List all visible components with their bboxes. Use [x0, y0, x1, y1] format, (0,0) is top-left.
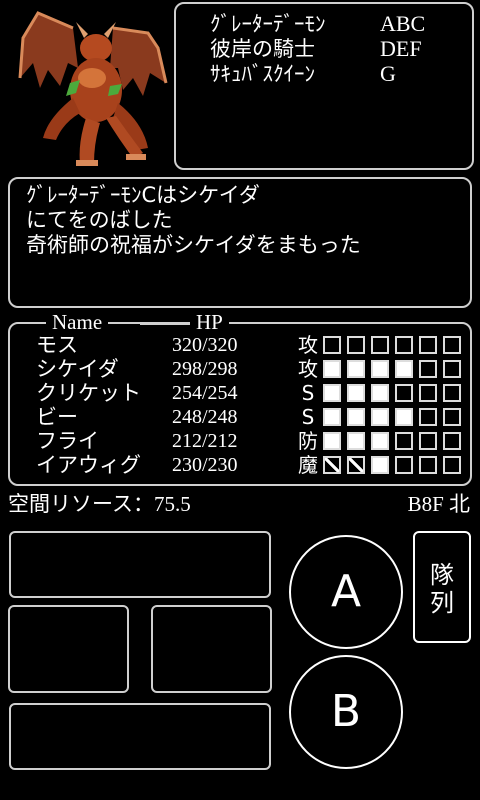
gauge-cell: [371, 408, 389, 426]
gauge-cell: [443, 408, 461, 426]
hp-column-header: HP: [190, 310, 229, 334]
gauge-cell: [419, 408, 437, 426]
party-member-row: モス 320/320 攻: [10, 333, 470, 357]
party-member-row: フライ 212/212 防: [10, 429, 470, 453]
member-hp: 298/298: [172, 358, 238, 380]
enemy-list-panel: ｸﾞﾚｰﾀｰﾃﾞｰﾓﾝ ABC 彼岸の騎士 DEF ｻｷｭﾊﾞｽｸｲｰﾝ G: [174, 2, 474, 170]
member-stance: 防: [298, 429, 318, 453]
gauge-cell: [419, 360, 437, 378]
gauge-cell: [419, 336, 437, 354]
gauge-cell: [323, 384, 341, 402]
gauge-cell: [323, 432, 341, 450]
monster-demon-icon: [18, 11, 168, 166]
gauge-cell: [395, 336, 413, 354]
member-stance: 魔: [298, 453, 318, 477]
member-name: シケイダ: [36, 357, 119, 381]
gauge-cell: [323, 360, 341, 378]
gauge-cell: [443, 432, 461, 450]
gauge-cell: [347, 360, 365, 378]
party-status-panel: Name HP モス 320/320 攻シケイダ 298/298 攻クリケット 254/2…: [8, 310, 472, 486]
header-divider: [140, 323, 192, 325]
gauge-cell: [371, 432, 389, 450]
gauge-cell: [443, 384, 461, 402]
member-hp: 320/320: [172, 334, 238, 356]
gauge-cell: [347, 456, 365, 474]
member-hp: 254/254: [172, 382, 238, 404]
party-member-row: クリケット 254/254 S: [10, 381, 470, 405]
gauge-cell: [347, 432, 365, 450]
party-member-row: ビー 248/248 S: [10, 405, 470, 429]
gauge-cell: [395, 360, 413, 378]
gauge-cell: [395, 408, 413, 426]
a-button[interactable]: A: [289, 535, 403, 649]
enemy-name: 彼岸の騎士: [210, 37, 315, 61]
member-name: クリケット: [36, 381, 141, 405]
party-member-row: イアウィグ 230/230 魔: [10, 453, 470, 477]
control-button-top[interactable]: [9, 531, 271, 598]
gauge-cell: [371, 456, 389, 474]
control-button-right[interactable]: [151, 605, 272, 693]
enemy-group-code: DEF: [380, 36, 422, 61]
enemy-name: ｻｷｭﾊﾞｽｸｲｰﾝ: [210, 62, 315, 86]
gauge-cell: [347, 408, 365, 426]
message-line: ｸﾞﾚｰﾀｰﾃﾞｰﾓﾝCはシケイダ: [26, 183, 260, 207]
formation-label-bottom: 列: [430, 589, 454, 617]
gauge-cell: [443, 360, 461, 378]
gauge-cell: [419, 384, 437, 402]
gauge-cell: [419, 432, 437, 450]
b-button[interactable]: B: [289, 655, 403, 769]
member-stance: S: [301, 405, 315, 429]
member-stance: 攻: [298, 357, 318, 381]
gauge-cell: [371, 384, 389, 402]
gauge-cell: [443, 336, 461, 354]
member-name: イアウィグ: [36, 453, 141, 477]
gauge-cell: [323, 408, 341, 426]
message-line: 奇術師の祝福がシケイダをまもった: [26, 233, 361, 257]
member-name: ビー: [36, 405, 78, 429]
member-name: モス: [36, 333, 78, 357]
member-hp: 230/230: [172, 454, 238, 476]
status-line: 空間リソース：75.5 B8F 北: [8, 490, 472, 518]
gauge-cell: [323, 336, 341, 354]
space-resource-readout: 空間リソース：75.5: [8, 492, 191, 516]
enemy-name: ｸﾞﾚｰﾀｰﾃﾞｰﾓﾝ: [210, 12, 326, 36]
control-button-left[interactable]: [8, 605, 129, 693]
formation-label-top: 隊: [430, 561, 454, 589]
member-hp: 248/248: [172, 406, 238, 428]
party-member-row: シケイダ 298/298 攻: [10, 357, 470, 381]
gauge-cell: [395, 456, 413, 474]
member-hp: 212/212: [172, 430, 238, 452]
gauge-cell: [323, 456, 341, 474]
member-stance: S: [301, 381, 315, 405]
floor-direction-readout: B8F 北: [407, 492, 470, 516]
name-column-header: Name: [46, 310, 109, 334]
formation-button[interactable]: 隊 列: [413, 531, 471, 643]
control-button-bottom[interactable]: [9, 703, 271, 770]
battle-message-panel: ｸﾞﾚｰﾀｰﾃﾞｰﾓﾝCはシケイダ にてをのばした 奇術師の祝福がシケイダをまも…: [8, 177, 472, 308]
enemy-group-code: ABC: [380, 11, 426, 36]
enemy-group-code: G: [380, 61, 396, 86]
gauge-cell: [395, 384, 413, 402]
gauge-cell: [371, 360, 389, 378]
gauge-cell: [347, 384, 365, 402]
gauge-cell: [371, 336, 389, 354]
gauge-cell: [395, 432, 413, 450]
member-stance: 攻: [298, 333, 318, 357]
message-line: にてをのばした: [26, 208, 173, 232]
gauge-cell: [419, 456, 437, 474]
member-name: フライ: [36, 429, 99, 453]
gauge-cell: [443, 456, 461, 474]
gauge-cell: [347, 336, 365, 354]
